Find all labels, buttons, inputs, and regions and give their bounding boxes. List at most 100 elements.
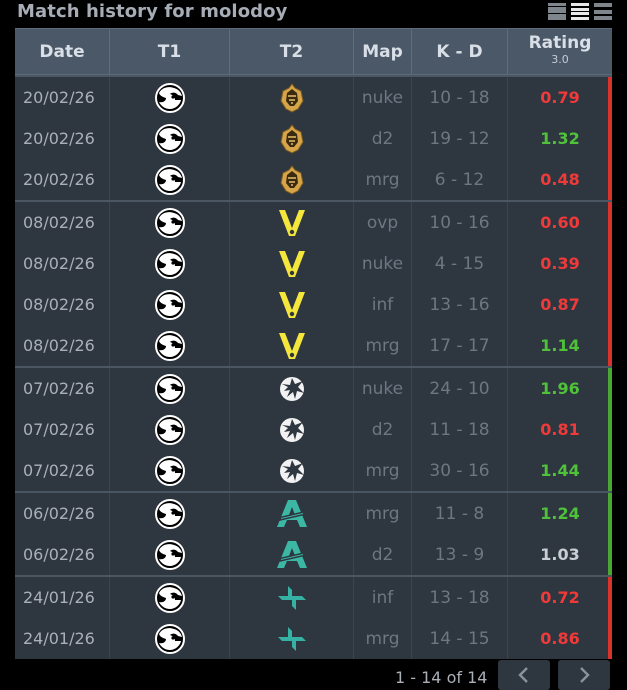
furia-panther-icon [154, 330, 186, 361]
team1-logo[interactable] [110, 493, 230, 534]
cell-kd: 14 - 15 [412, 618, 508, 659]
team1-logo[interactable] [110, 534, 230, 575]
list-view-icon[interactable] [548, 3, 566, 20]
header-date[interactable]: Date [15, 29, 110, 74]
header-kd[interactable]: K - D [412, 29, 508, 74]
cell-map: d2 [354, 534, 412, 575]
cell-map: d2 [354, 409, 412, 450]
table-row[interactable]: 06/02/26 d2 13 - 9 1.03 [15, 534, 612, 575]
team2-logo[interactable] [230, 243, 354, 284]
cell-rating: 0.39 [540, 254, 580, 273]
team1-logo[interactable] [110, 118, 230, 159]
table-row[interactable]: 24/01/26 mrg 14 - 15 0.86 [15, 618, 612, 659]
team2-logo[interactable] [230, 159, 354, 200]
team1-logo[interactable] [110, 202, 230, 243]
cell-rating: 0.87 [540, 295, 580, 314]
pagination-label: 1 - 14 of 14 [395, 668, 488, 687]
spirit-dragon-icon [278, 457, 306, 485]
header-rating[interactable]: Rating 3.0 [508, 29, 612, 74]
cell-date: 06/02/26 [15, 534, 110, 575]
cell-rating: 1.24 [540, 504, 580, 523]
cell-date: 08/02/26 [15, 325, 110, 366]
table-row[interactable]: 20/02/26 nuke 10 - 18 0.79 [15, 77, 612, 118]
vitality-bee-icon [278, 290, 306, 320]
next-page-button[interactable] [558, 660, 610, 690]
cell-rating: 0.81 [540, 420, 580, 439]
table-row[interactable]: 07/02/26 mrg 30 - 16 1.44 [15, 450, 612, 491]
table-row[interactable]: 08/02/26 ovp 10 - 16 0.60 [15, 202, 612, 243]
table-row[interactable]: 08/02/26 inf 13 - 16 0.87 [15, 284, 612, 325]
header-t2[interactable]: T2 [230, 29, 354, 74]
table-row[interactable]: 06/02/26 mrg 11 - 8 1.24 [15, 493, 612, 534]
cell-rating: 0.60 [540, 213, 580, 232]
team1-logo[interactable] [110, 618, 230, 659]
furia-panther-icon [154, 455, 186, 486]
team1-logo[interactable] [110, 243, 230, 284]
teal-arrows-icon [276, 584, 308, 612]
team2-logo[interactable] [230, 202, 354, 243]
cell-rating: 1.14 [540, 336, 580, 355]
header-t1[interactable]: T1 [110, 29, 230, 74]
furia-panther-icon [154, 123, 186, 154]
table-row[interactable]: 20/02/26 mrg 6 - 12 0.48 [15, 159, 612, 200]
table-row[interactable]: 24/01/26 inf 13 - 18 0.72 [15, 577, 612, 618]
table-row[interactable]: 07/02/26 nuke 24 - 10 1.96 [15, 368, 612, 409]
win-indicator-bar [608, 493, 612, 575]
teal-arrows-icon [276, 625, 308, 653]
header-rating-version: 3.0 [551, 53, 569, 66]
cell-rating: 0.72 [540, 588, 580, 607]
header-rating-label: Rating [528, 33, 592, 53]
cell-date: 07/02/26 [15, 368, 110, 409]
table-row[interactable]: 08/02/26 nuke 4 - 15 0.39 [15, 243, 612, 284]
header-map[interactable]: Map [354, 29, 412, 74]
table-view-icon[interactable] [571, 3, 589, 20]
team2-logo[interactable] [230, 577, 354, 618]
vitality-bee-icon [278, 208, 306, 238]
view-toggles [548, 3, 612, 20]
team1-logo[interactable] [110, 77, 230, 118]
cell-date: 08/02/26 [15, 202, 110, 243]
table-row[interactable]: 08/02/26 mrg 17 - 17 1.14 [15, 325, 612, 366]
team1-logo[interactable] [110, 368, 230, 409]
win-indicator-bar [608, 368, 612, 491]
gold-badge-icon [279, 82, 305, 113]
match-group: 06/02/26 mrg 11 - 8 1.24 06/02/26 d2 13 - 9 1.0… [15, 491, 612, 575]
loss-indicator-bar [608, 577, 612, 659]
cell-map: inf [354, 577, 412, 618]
cell-map: mrg [354, 618, 412, 659]
team1-logo[interactable] [110, 159, 230, 200]
cell-map: d2 [354, 118, 412, 159]
table-header: Date T1 T2 Map K - D Rating 3.0 [15, 28, 612, 75]
cell-map: nuke [354, 243, 412, 284]
cell-date: 20/02/26 [15, 159, 110, 200]
team2-logo[interactable] [230, 450, 354, 491]
team2-logo[interactable] [230, 493, 354, 534]
team2-logo[interactable] [230, 618, 354, 659]
cell-kd: 11 - 18 [412, 409, 508, 450]
cell-kd: 11 - 8 [412, 493, 508, 534]
grid-view-icon[interactable] [594, 3, 612, 20]
table-row[interactable]: 07/02/26 d2 11 - 18 0.81 [15, 409, 612, 450]
team2-logo[interactable] [230, 409, 354, 450]
cell-rating: 1.44 [540, 461, 580, 480]
match-group: 07/02/26 nuke 24 - 10 1.96 07/02/26 d2 11 - 18… [15, 366, 612, 491]
vitality-bee-icon [278, 249, 306, 279]
cell-kd: 24 - 10 [412, 368, 508, 409]
cell-map: mrg [354, 159, 412, 200]
table-row[interactable]: 20/02/26 d2 19 - 12 1.32 [15, 118, 612, 159]
team1-logo[interactable] [110, 325, 230, 366]
team2-logo[interactable] [230, 534, 354, 575]
team2-logo[interactable] [230, 368, 354, 409]
prev-page-button[interactable] [498, 660, 550, 690]
team1-logo[interactable] [110, 577, 230, 618]
team2-logo[interactable] [230, 325, 354, 366]
match-group: 08/02/26 ovp 10 - 16 0.60 08/02/26 nuke 4 - 15… [15, 200, 612, 366]
team1-logo[interactable] [110, 450, 230, 491]
cell-date: 08/02/26 [15, 243, 110, 284]
team1-logo[interactable] [110, 409, 230, 450]
team2-logo[interactable] [230, 118, 354, 159]
team2-logo[interactable] [230, 77, 354, 118]
match-history-table: Date T1 T2 Map K - D Rating 3.0 20/02/26… [15, 28, 612, 659]
team2-logo[interactable] [230, 284, 354, 325]
team1-logo[interactable] [110, 284, 230, 325]
